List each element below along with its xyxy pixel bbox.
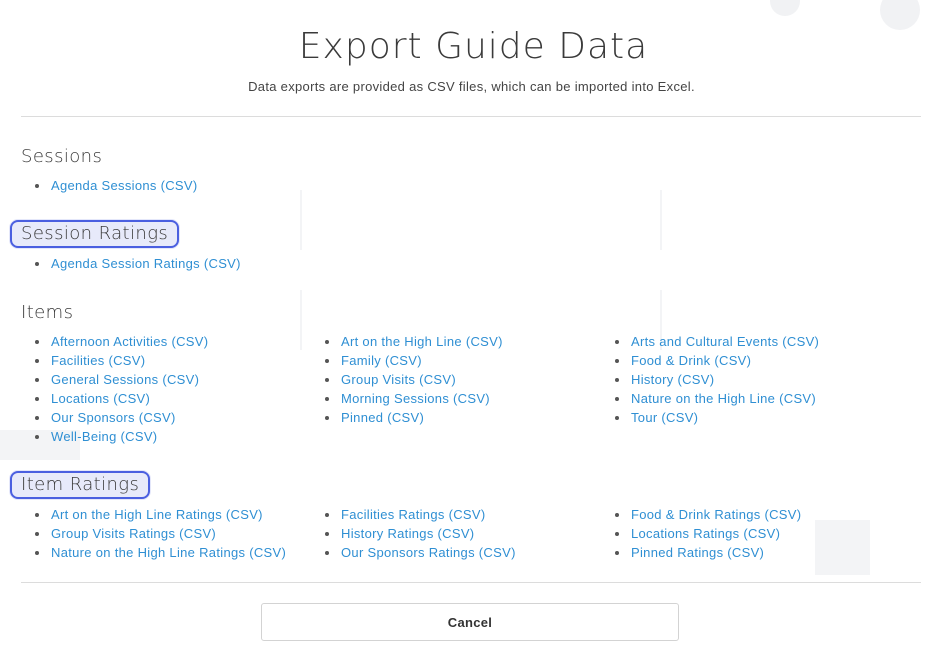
export-link[interactable]: General Sessions (CSV): [51, 372, 199, 387]
export-link[interactable]: Food & Drink Ratings (CSV): [631, 507, 801, 522]
export-link[interactable]: Nature on the High Line Ratings (CSV): [51, 545, 286, 560]
export-link[interactable]: Locations Ratings (CSV): [631, 526, 780, 541]
items-heading: Items: [21, 302, 74, 323]
bottom-divider: [21, 582, 921, 583]
export-link[interactable]: Well-Being (CSV): [51, 429, 157, 444]
list-item: Food & Drink Ratings (CSV): [615, 505, 801, 524]
export-link[interactable]: Our Sponsors Ratings (CSV): [341, 545, 516, 560]
export-link[interactable]: Art on the High Line Ratings (CSV): [51, 507, 263, 522]
list-item: Pinned (CSV): [325, 408, 503, 427]
list-item: Art on the High Line (CSV): [325, 332, 503, 351]
item-ratings-column-1: Art on the High Line Ratings (CSV) Group…: [35, 505, 286, 562]
list-item: Nature on the High Line Ratings (CSV): [35, 543, 286, 562]
export-link[interactable]: Facilities (CSV): [51, 353, 145, 368]
items-column-1: Afternoon Activities (CSV) Facilities (C…: [35, 332, 208, 446]
list-item: Morning Sessions (CSV): [325, 389, 503, 408]
items-column-3: Arts and Cultural Events (CSV) Food & Dr…: [615, 332, 819, 427]
export-link[interactable]: Pinned (CSV): [341, 410, 424, 425]
modal-subtitle: Data exports are provided as CSV files, …: [248, 79, 695, 94]
list-item: Group Visits (CSV): [325, 370, 503, 389]
list-item: Facilities Ratings (CSV): [325, 505, 516, 524]
list-item: Food & Drink (CSV): [615, 351, 819, 370]
list-item: History Ratings (CSV): [325, 524, 516, 543]
list-item: Locations (CSV): [35, 389, 208, 408]
export-link[interactable]: Food & Drink (CSV): [631, 353, 751, 368]
list-item: General Sessions (CSV): [35, 370, 208, 389]
sessions-heading: Sessions: [21, 146, 103, 167]
export-link[interactable]: History (CSV): [631, 372, 714, 387]
export-link[interactable]: Morning Sessions (CSV): [341, 391, 490, 406]
top-divider: [21, 116, 921, 117]
export-link[interactable]: History Ratings (CSV): [341, 526, 474, 541]
list-item: Nature on the High Line (CSV): [615, 389, 819, 408]
export-link[interactable]: Agenda Sessions (CSV): [51, 178, 197, 193]
export-guide-data-modal: Export Guide Data Data exports are provi…: [0, 0, 947, 653]
list-item: History (CSV): [615, 370, 819, 389]
cancel-button[interactable]: Cancel: [261, 603, 679, 641]
list-item: Arts and Cultural Events (CSV): [615, 332, 819, 351]
export-link[interactable]: Our Sponsors (CSV): [51, 410, 176, 425]
export-link[interactable]: Facilities Ratings (CSV): [341, 507, 485, 522]
export-link[interactable]: Group Visits Ratings (CSV): [51, 526, 216, 541]
session-ratings-heading: Session Ratings: [10, 220, 180, 248]
sessions-list: Agenda Sessions (CSV): [35, 176, 197, 195]
list-item: Art on the High Line Ratings (CSV): [35, 505, 286, 524]
modal-title: Export Guide Data: [298, 26, 649, 67]
list-item: Agenda Sessions (CSV): [35, 176, 197, 195]
list-item: Agenda Session Ratings (CSV): [35, 254, 241, 273]
export-link[interactable]: Art on the High Line (CSV): [341, 334, 503, 349]
list-item: Locations Ratings (CSV): [615, 524, 801, 543]
export-link[interactable]: Locations (CSV): [51, 391, 150, 406]
export-link[interactable]: Arts and Cultural Events (CSV): [631, 334, 819, 349]
list-item: Our Sponsors Ratings (CSV): [325, 543, 516, 562]
list-item: Family (CSV): [325, 351, 503, 370]
items-column-2: Art on the High Line (CSV) Family (CSV) …: [325, 332, 503, 427]
item-ratings-column-2: Facilities Ratings (CSV) History Ratings…: [325, 505, 516, 562]
list-item: Our Sponsors (CSV): [35, 408, 208, 427]
export-link[interactable]: Nature on the High Line (CSV): [631, 391, 816, 406]
list-item: Afternoon Activities (CSV): [35, 332, 208, 351]
list-item: Pinned Ratings (CSV): [615, 543, 801, 562]
export-link[interactable]: Family (CSV): [341, 353, 422, 368]
list-item: Tour (CSV): [615, 408, 819, 427]
session-ratings-list: Agenda Session Ratings (CSV): [35, 254, 241, 273]
export-link[interactable]: Pinned Ratings (CSV): [631, 545, 764, 560]
export-link[interactable]: Group Visits (CSV): [341, 372, 456, 387]
list-item: Well-Being (CSV): [35, 427, 208, 446]
item-ratings-column-3: Food & Drink Ratings (CSV) Locations Rat…: [615, 505, 801, 562]
item-ratings-heading: Item Ratings: [10, 471, 151, 499]
export-link[interactable]: Afternoon Activities (CSV): [51, 334, 208, 349]
export-link[interactable]: Agenda Session Ratings (CSV): [51, 256, 241, 271]
list-item: Facilities (CSV): [35, 351, 208, 370]
export-link[interactable]: Tour (CSV): [631, 410, 698, 425]
list-item: Group Visits Ratings (CSV): [35, 524, 286, 543]
